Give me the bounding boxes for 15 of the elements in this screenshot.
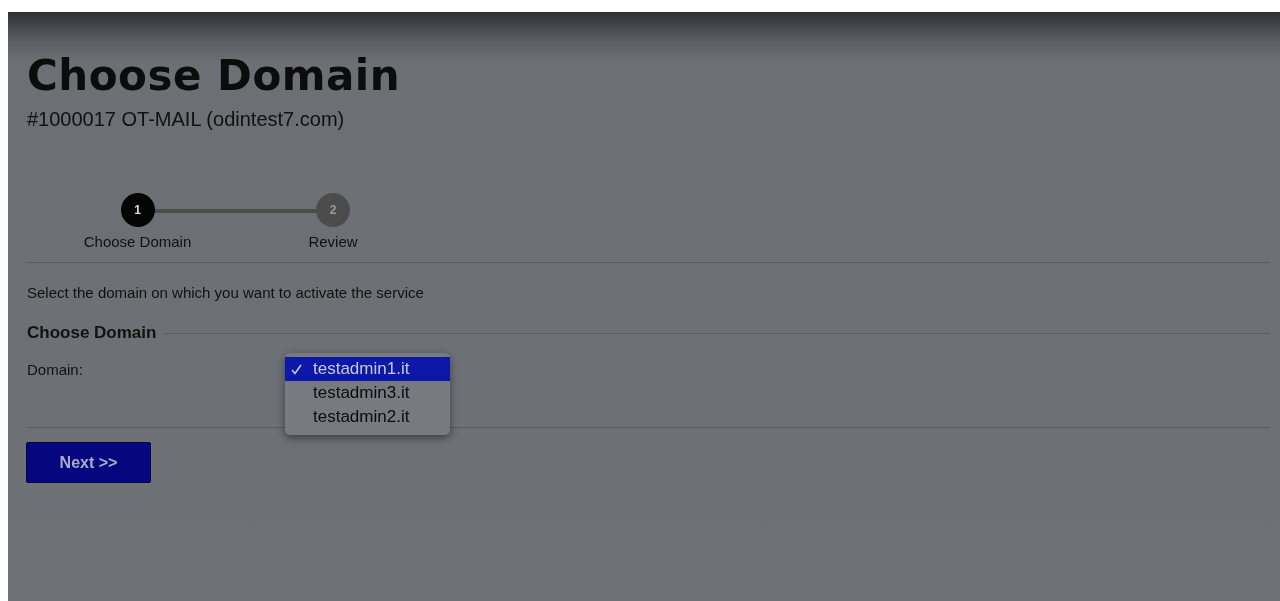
checkmark-icon <box>291 363 302 375</box>
step-label: Choose Domain <box>83 233 192 250</box>
dropdown-menu[interactable]: testadmin1.it testadmin3.it testadmin2.it <box>285 353 450 435</box>
field-label: Domain: <box>27 361 83 378</box>
step-number: 1 <box>120 193 155 227</box>
step-label: Review <box>308 233 358 250</box>
next-button[interactable]: Next >> <box>26 442 151 483</box>
dropdown-option[interactable]: testadmin1.it <box>285 357 450 381</box>
step-number: 2 <box>316 193 350 227</box>
dropdown-option[interactable]: testadmin2.it <box>285 405 450 429</box>
dropdown-option[interactable]: testadmin3.it <box>285 381 450 405</box>
page-subtitle: #1000017 OT-MAIL (odintest7.com) <box>27 107 346 132</box>
page-title: Choose Domain <box>27 50 402 102</box>
instruction-text: Select the domain on which you want to activate the service <box>27 284 425 301</box>
section-legend: Choose Domain <box>27 323 157 343</box>
